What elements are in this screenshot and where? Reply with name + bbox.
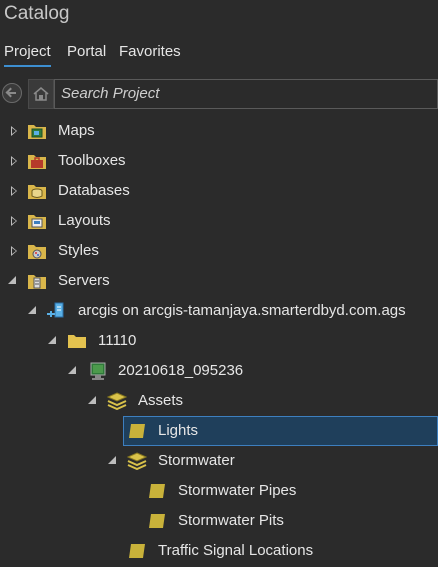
tab-portal[interactable]: Portal (67, 42, 106, 62)
tab-favorites[interactable]: Favorites (119, 42, 181, 62)
tree-label: Assets (138, 392, 184, 409)
tree-label: Traffic Signal Locations (158, 542, 314, 559)
search-input[interactable]: Search Project (54, 79, 438, 109)
tree-label: Stormwater (158, 452, 235, 469)
search-placeholder: Search Project (61, 85, 160, 102)
expand-arrow-icon[interactable] (11, 186, 17, 196)
feature-layer-icon (149, 514, 165, 528)
feature-layer-icon (129, 544, 145, 558)
catalog-tabs: Project Portal Favorites (0, 42, 438, 68)
collapse-arrow-icon[interactable] (8, 276, 16, 284)
collapse-arrow-icon[interactable] (28, 306, 36, 314)
tree-item-folder-11110[interactable]: 11110 (0, 326, 438, 356)
map-service-icon (90, 362, 106, 380)
tree-item-map-service[interactable]: 20210618_095236 (0, 356, 438, 386)
collapse-arrow-icon[interactable] (108, 456, 116, 464)
server-connection-icon (47, 302, 64, 318)
tree-label: Stormwater Pits (178, 512, 284, 529)
tree-item-toolboxes[interactable]: Toolboxes (0, 146, 438, 176)
tree-item-traffic-signal-locations[interactable]: Traffic Signal Locations (0, 536, 438, 566)
servers-folder-icon (28, 275, 46, 289)
back-arrow-icon[interactable] (2, 83, 22, 103)
tree-item-maps[interactable]: Maps (0, 116, 438, 146)
maps-folder-icon (28, 125, 46, 139)
tree-label: Databases (58, 182, 130, 199)
tree-label: Servers (58, 272, 110, 289)
expand-arrow-icon[interactable] (11, 126, 17, 136)
tree-item-styles[interactable]: Styles (0, 236, 438, 266)
folder-icon (68, 335, 86, 348)
search-row: Search Project (0, 79, 438, 109)
tree-item-servers[interactable]: Servers (0, 266, 438, 296)
group-layer-icon (107, 392, 127, 410)
tree-label: Stormwater Pipes (178, 482, 297, 499)
tree-label: Styles (58, 242, 99, 259)
feature-layer-icon (129, 424, 145, 438)
tree-label: 20210618_095236 (118, 362, 244, 379)
toolbox-folder-icon (28, 155, 46, 169)
collapse-arrow-icon[interactable] (88, 396, 96, 404)
tree-item-assets[interactable]: Assets (0, 386, 438, 416)
tree-item-stormwater-pipes[interactable]: Stormwater Pipes (0, 476, 438, 506)
layouts-folder-icon (28, 215, 46, 229)
database-folder-icon (28, 185, 46, 199)
tab-project[interactable]: Project (4, 42, 51, 67)
collapse-arrow-icon[interactable] (68, 366, 76, 374)
tree-label: Lights (158, 422, 199, 439)
tree-label: arcgis on arcgis-tamanjaya.smarterdbyd.c… (78, 302, 406, 319)
home-icon (33, 87, 49, 101)
expand-arrow-icon[interactable] (11, 156, 17, 166)
tree-label: Toolboxes (58, 152, 126, 169)
tree-label: 11110 (98, 332, 137, 349)
tree-label: Maps (58, 122, 95, 139)
tree-item-layouts[interactable]: Layouts (0, 206, 438, 236)
feature-layer-icon (149, 484, 165, 498)
collapse-arrow-icon[interactable] (48, 336, 56, 344)
group-layer-icon (127, 452, 147, 470)
tree-item-stormwater-pits[interactable]: Stormwater Pits (0, 506, 438, 536)
tree-item-stormwater[interactable]: Stormwater (0, 446, 438, 476)
expand-arrow-icon[interactable] (11, 246, 17, 256)
tree-item-lights[interactable]: Lights (0, 416, 438, 446)
home-button[interactable] (28, 79, 54, 109)
tree-item-databases[interactable]: Databases (0, 176, 438, 206)
panel-title: Catalog (4, 3, 70, 24)
styles-folder-icon (28, 245, 46, 259)
tree-item-server-connection[interactable]: arcgis on arcgis-tamanjaya.smarterdbyd.c… (0, 296, 438, 326)
expand-arrow-icon[interactable] (11, 216, 17, 226)
tree-label: Layouts (58, 212, 111, 229)
